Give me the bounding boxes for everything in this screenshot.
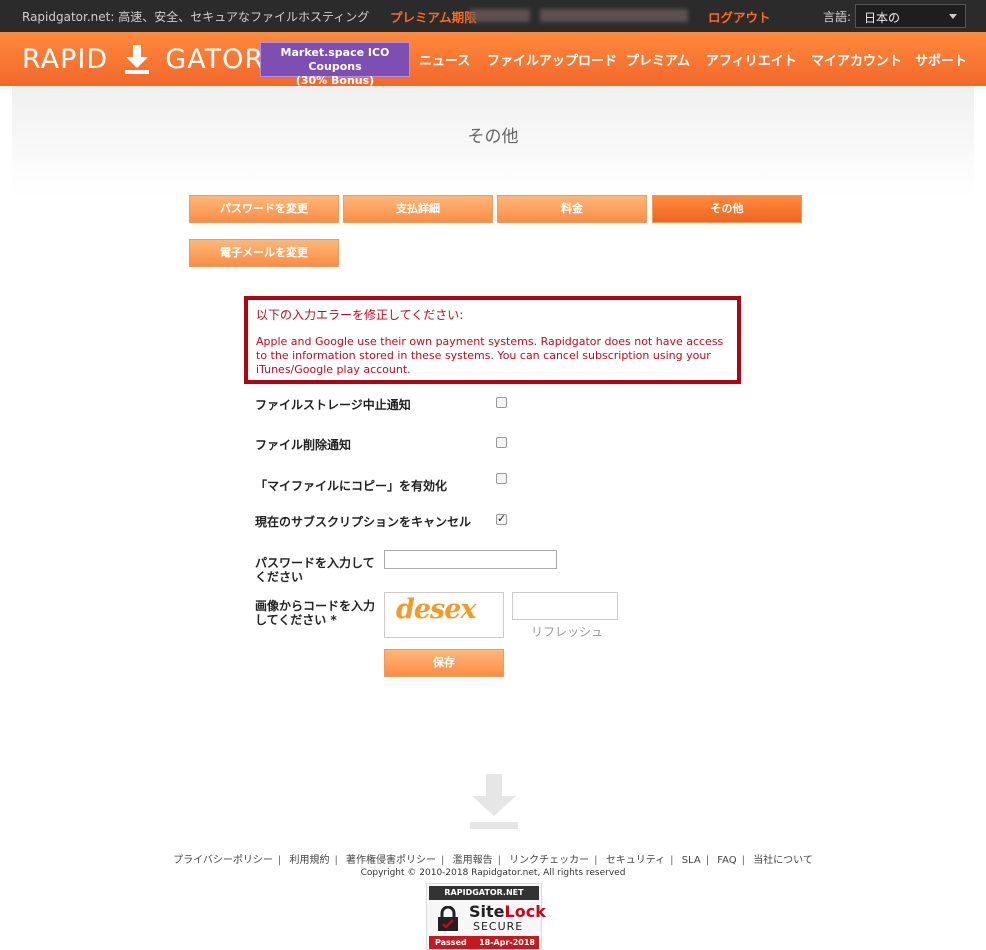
nav-my-account[interactable]: マイアカウント bbox=[811, 50, 902, 69]
footer-links: プライバシーポリシー | 利用規約 | 著作権侵害ポリシー | 濫用報告 | リンクチェ… bbox=[0, 851, 986, 866]
cancel-subscription-checkbox[interactable] bbox=[496, 512, 507, 525]
sitelock-status-bar: Passed 18-Apr-2018 bbox=[429, 936, 539, 949]
tab-payment-details[interactable]: 支払詳細 bbox=[343, 195, 493, 223]
password-label-line2: ください bbox=[255, 570, 304, 584]
top-bar: Rapidgator.net: 高速、安全、セキュアなファイルホスティング プレ… bbox=[0, 0, 986, 32]
error-message-box: 以下の入力エラーを修正してください: Apple and Google use … bbox=[244, 296, 741, 384]
sitelock-date: 18-Apr-2018 bbox=[479, 938, 535, 947]
captcha-label-line2: してください * bbox=[255, 613, 337, 627]
language-select[interactable]: 日本の bbox=[855, 4, 966, 28]
footer-separator: | bbox=[497, 855, 501, 866]
nav-affiliate[interactable]: アフィリエイト bbox=[706, 50, 797, 69]
deletion-notice-label: ファイル削除通知 bbox=[255, 438, 352, 452]
footer-link-sla[interactable]: SLA bbox=[682, 855, 701, 866]
captcha-input[interactable] bbox=[512, 592, 618, 620]
tab-pricing[interactable]: 料金 bbox=[497, 195, 647, 223]
footer-separator: | bbox=[594, 855, 598, 866]
promo-banner[interactable]: Market.space ICO Coupons (30% Bonus) bbox=[260, 42, 410, 87]
copy-enable-label: 「マイファイルにコピー」を有効化 bbox=[255, 479, 448, 493]
lock-icon bbox=[438, 906, 458, 931]
sitelock-secure-label: SECURE bbox=[473, 920, 524, 933]
promo-line1: Market.space ICO Coupons bbox=[280, 46, 390, 73]
footer-download-icon bbox=[470, 774, 518, 829]
language-label: 言語: bbox=[823, 10, 852, 24]
save-button[interactable]: 保存 bbox=[384, 649, 504, 677]
download-icon bbox=[124, 44, 149, 74]
tab-change-email[interactable]: 電子メールを変更 bbox=[189, 239, 339, 267]
chevron-down-icon bbox=[949, 14, 957, 19]
site-header: RAPID GATOR Market.space ICO Coupons (30… bbox=[0, 32, 986, 87]
footer-link-security[interactable]: セキュリティ bbox=[606, 855, 665, 866]
deletion-notice-checkbox[interactable] bbox=[496, 437, 507, 448]
copy-enable-checkbox[interactable] bbox=[496, 473, 507, 484]
sitelock-domain: RAPIDGATOR.NET bbox=[429, 886, 539, 900]
premium-expiry-label: プレミアム期限 bbox=[390, 10, 477, 25]
footer-link-link-checker[interactable]: リンクチェッカー bbox=[509, 855, 589, 866]
error-title: 以下の入力エラーを修正してください: bbox=[256, 308, 464, 322]
footer-separator: | bbox=[670, 855, 674, 866]
sitelock-brand-site: Site bbox=[469, 902, 505, 921]
sitelock-badge[interactable]: RAPIDGATOR.NET SiteLock SECURE Passed 18… bbox=[426, 883, 546, 950]
site-logo[interactable]: RAPID GATOR bbox=[22, 43, 264, 76]
footer-separator: | bbox=[741, 855, 745, 866]
tab-change-password[interactable]: パスワードを変更 bbox=[189, 195, 339, 223]
captcha-refresh-link[interactable]: リフレッシュ bbox=[531, 623, 603, 640]
redacted-username bbox=[540, 9, 688, 22]
footer-separator: | bbox=[334, 855, 338, 866]
copyright-text: Copyright © 2010-2018 Rapidgator.net, Al… bbox=[360, 868, 626, 878]
nav-support[interactable]: サポート bbox=[915, 50, 967, 69]
footer-link-about[interactable]: 当社について bbox=[753, 855, 813, 866]
site-tagline: Rapidgator.net: 高速、安全、セキュアなファイルホスティング bbox=[22, 10, 370, 24]
footer-link-copyright-policy[interactable]: 著作権侵害ポリシー bbox=[346, 855, 436, 866]
error-text: Apple and Google use their own payment s… bbox=[256, 335, 724, 376]
storage-notice-checkbox[interactable] bbox=[496, 397, 507, 408]
page-title: その他 bbox=[467, 127, 519, 147]
sitelock-passed: Passed bbox=[435, 938, 467, 947]
logout-link[interactable]: ログアウト bbox=[708, 7, 771, 26]
captcha-text: desex bbox=[396, 594, 477, 625]
sitelock-brand-lock: Lock bbox=[504, 902, 546, 921]
cancel-subscription-label: 現在のサブスクリプションをキャンセル bbox=[255, 515, 472, 529]
footer-separator: | bbox=[441, 855, 445, 866]
nav-news[interactable]: ニュース bbox=[419, 50, 470, 69]
footer-link-faq[interactable]: FAQ bbox=[717, 855, 736, 866]
storage-notice-label: ファイルストレージ中止通知 bbox=[255, 398, 411, 412]
tab-other[interactable]: その他 bbox=[652, 195, 802, 223]
footer-link-terms[interactable]: 利用規約 bbox=[289, 855, 329, 866]
nav-file-upload[interactable]: ファイルアップロード bbox=[487, 50, 617, 69]
footer-link-privacy[interactable]: プライバシーポリシー bbox=[173, 855, 273, 866]
logo-text-left: RAPID bbox=[22, 44, 109, 75]
redacted-date bbox=[470, 9, 530, 22]
footer-link-abuse[interactable]: 濫用報告 bbox=[453, 855, 493, 866]
sitelock-brand: SiteLock bbox=[469, 902, 546, 921]
logo-text-right: GATOR bbox=[165, 44, 265, 75]
footer-separator: | bbox=[705, 855, 710, 866]
nav-premium[interactable]: プレミアム bbox=[626, 50, 690, 69]
password-input[interactable] bbox=[384, 550, 557, 569]
language-selected-value: 日本の bbox=[864, 11, 901, 25]
footer-separator: | bbox=[277, 855, 282, 866]
